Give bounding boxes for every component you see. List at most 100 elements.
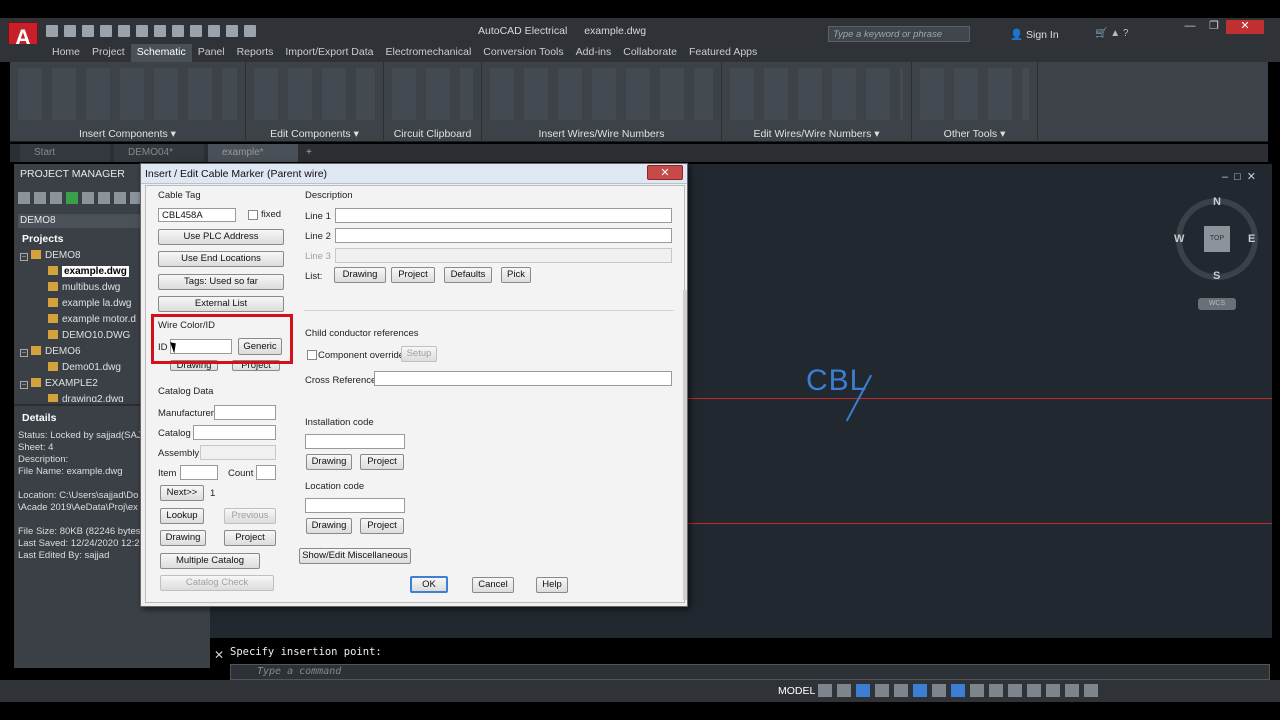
collapse-icon[interactable]: – [20,381,28,389]
new-tab-icon[interactable]: + [302,144,322,162]
tree-project-demo8[interactable]: – DEMO8 [20,250,81,261]
ribbon-tab-add-ins[interactable]: Add-ins [570,44,618,62]
ribbon-tab-collaborate[interactable]: Collaborate [617,44,683,62]
ribbon-tab-electromechanical[interactable]: Electromechanical [379,44,477,62]
close-icon[interactable]: ✕ [1226,20,1264,34]
wire-line[interactable] [688,523,1272,524]
ribbon-tab-project[interactable]: Project [86,44,131,62]
grid-icon[interactable] [818,684,832,697]
location-drawing-button[interactable]: Drawing [306,518,352,534]
tree-file[interactable]: example la.dwg [48,298,131,309]
back-icon[interactable] [190,25,202,37]
command-input[interactable]: Type a command [230,664,1270,680]
tree-file[interactable]: example.dwg [48,266,129,277]
tree-file[interactable]: drawing2.dwg [48,394,124,402]
customize-icon[interactable] [1084,684,1098,697]
setup-button[interactable]: Setup [401,346,437,362]
description-line3-input[interactable] [335,248,672,263]
ribbon-group-label[interactable]: Other Tools ▾ [912,128,1037,140]
ribbon-group-insert-components[interactable]: Insert Components ▾ [10,62,246,142]
refresh-icon[interactable] [66,192,78,204]
save-as-icon[interactable] [100,25,112,37]
collapse-icon[interactable]: – [20,253,28,261]
dialog-title-bar[interactable]: Insert / Edit Cable Marker (Parent wire)… [141,164,687,184]
list-pick-button[interactable]: Pick [501,267,531,283]
ribbon-tab-panel[interactable]: Panel [192,44,231,62]
ok-button[interactable]: OK [410,576,448,593]
hardware-accel-icon[interactable] [1046,684,1060,697]
open-icon[interactable] [64,25,76,37]
polar-icon[interactable] [875,684,889,697]
show-edit-miscellaneous-button[interactable]: Show/Edit Miscellaneous [299,548,411,564]
ribbon-group-circuit-clipboard[interactable]: Circuit Clipboard [384,62,482,142]
list-drawing-button[interactable]: Drawing [334,267,386,283]
ribbon-tab-reports[interactable]: Reports [231,44,280,62]
new-project-icon[interactable] [34,192,46,204]
catalog-input[interactable] [193,425,276,440]
use-end-locations-button[interactable]: Use End Locations [158,251,284,267]
ribbon-group-label[interactable]: Edit Wires/Wire Numbers ▾ [722,128,911,140]
catalog-project-button[interactable]: Project [224,530,276,546]
ribbon-tab-import-export-data[interactable]: Import/Export Data [279,44,379,62]
doc-tab-example[interactable]: example* [208,144,298,162]
dialog-close-button[interactable]: ✕ [647,165,683,180]
description-line2-input[interactable] [335,228,672,243]
properties-icon[interactable] [82,192,94,204]
annotation-visibility-icon[interactable] [951,684,965,697]
fixed-checkbox[interactable] [248,210,258,220]
ribbon-tab-featured-apps[interactable]: Featured Apps [683,44,763,62]
next-button[interactable]: Next>> [160,485,204,501]
project-selector[interactable]: DEMO8 [18,214,148,228]
assembly-input[interactable] [200,445,276,460]
description-line1-input[interactable] [335,208,672,223]
list-project-button[interactable]: Project [391,267,435,283]
search-input[interactable]: Type a keyword or phrase [828,26,970,42]
isolate-icon[interactable] [1027,684,1041,697]
installation-drawing-button[interactable]: Drawing [306,454,352,470]
ribbon-group-edit-components[interactable]: Edit Components ▾ [246,62,384,142]
ribbon-tab-schematic[interactable]: Schematic [130,44,192,62]
redo-icon[interactable] [154,25,166,37]
model-space-button[interactable]: MODEL [778,685,815,697]
manufacturer-input[interactable] [214,405,276,420]
isodraft-icon[interactable] [894,684,908,697]
auto-scale-icon[interactable] [970,684,984,697]
list-defaults-button[interactable]: Defaults [444,267,492,283]
lookup-button[interactable]: Lookup [160,508,204,524]
publish-icon[interactable] [114,192,126,204]
clean-screen-icon[interactable] [1065,684,1079,697]
update-icon[interactable] [98,192,110,204]
plus-icon[interactable] [1008,684,1022,697]
cart-icon[interactable]: 🛒 [1095,28,1107,39]
exchange-icon[interactable]: ▲ [1110,28,1120,39]
close-icon[interactable]: ✕ [214,648,224,662]
collapse-icon[interactable]: – [20,349,28,357]
cable-tag-input[interactable]: CBL458A [158,208,236,222]
plot-icon[interactable] [118,25,130,37]
new-drawing-icon[interactable] [50,192,62,204]
ribbon-group-edit-wires[interactable]: Edit Wires/Wire Numbers ▾ [722,62,912,142]
undo-icon[interactable] [136,25,148,37]
compass-west[interactable]: W [1174,233,1184,245]
wcs-menu[interactable]: WCS [1198,298,1236,310]
tree-file[interactable]: Demo01.dwg [48,362,121,373]
snap-icon[interactable] [837,684,851,697]
previous-button[interactable]: Previous [224,508,276,524]
ribbon-tab-home[interactable]: Home [46,44,86,62]
compass-north[interactable]: N [1213,196,1221,208]
compass-south[interactable]: S [1213,270,1220,282]
forward-icon[interactable] [208,25,220,37]
tree-file[interactable]: DEMO10.DWG [48,330,130,341]
doc-tab-start[interactable]: Start [20,144,110,162]
ortho-icon[interactable] [856,684,870,697]
component-override-checkbox[interactable] [307,350,317,360]
item-input[interactable] [180,465,218,480]
compass-east[interactable]: E [1248,233,1255,245]
maximize-icon[interactable]: ❐ [1202,20,1226,34]
installation-project-button[interactable]: Project [360,454,404,470]
minimize-icon[interactable]: — [1178,20,1202,34]
ribbon-group-other-tools[interactable]: Other Tools ▾ [912,62,1038,142]
ribbon-group-label[interactable]: Edit Components ▾ [246,128,383,140]
save-icon[interactable] [82,25,94,37]
tags-used-so-far-button[interactable]: Tags: Used so far [158,274,284,290]
